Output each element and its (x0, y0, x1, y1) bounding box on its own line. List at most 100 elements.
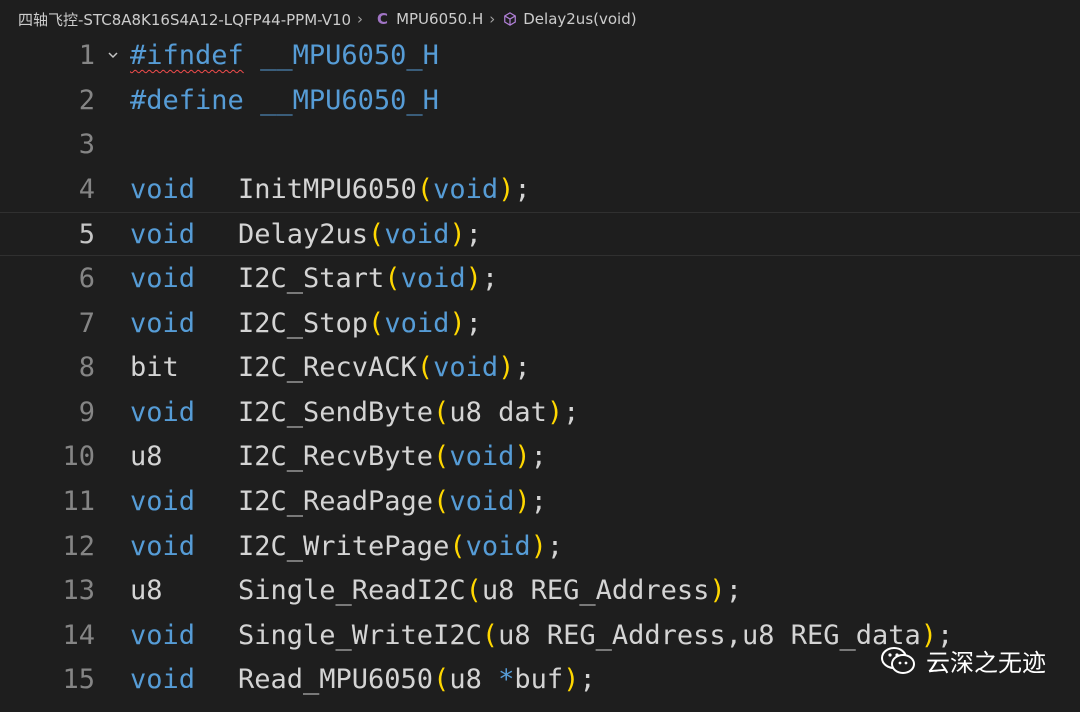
semicolon: ; (530, 441, 547, 473)
method-cube-icon (504, 12, 517, 26)
open-paren: ( (449, 530, 466, 562)
close-paren: ) (546, 396, 564, 428)
code-line[interactable]: 12 void I2C_WritePage(void); (0, 525, 1080, 569)
code-line[interactable]: 13 u8 Single_ReadI2C(u8 REG_Address); (0, 569, 1080, 613)
return-type: u8 (130, 441, 163, 473)
open-paren: ( (433, 486, 450, 517)
semicolon: ; (530, 486, 547, 517)
breadcrumb-symbol-label: Delay2us(void) (523, 10, 637, 28)
watermark-text: 云深之无迹 (926, 649, 1046, 677)
close-paren: ) (514, 486, 531, 517)
preprocessor-directive: #define (130, 84, 244, 116)
line-number: 4 (78, 173, 95, 205)
code-text: void Read_MPU6050(u8 *buf); (130, 658, 596, 702)
code-line[interactable]: 1 #ifndef __MPU6050_H (0, 34, 1080, 78)
line-number: 3 (78, 129, 95, 161)
line-number: 7 (78, 307, 95, 339)
open-paren: ( (433, 441, 450, 473)
code-text: #define __MPU6050_H (130, 79, 439, 123)
close-paren: ) (449, 307, 466, 339)
function-args: void (449, 486, 515, 517)
code-text: void InitMPU6050(void); (130, 168, 531, 212)
chevron-right-icon: › (357, 10, 364, 28)
function-args: u8 REG_Address (481, 575, 710, 607)
code-line[interactable]: 8 bit I2C_RecvACK(void); (0, 346, 1080, 390)
return-type: void (130, 263, 196, 294)
function-args: void (465, 530, 531, 562)
function-args: void (384, 219, 450, 251)
function-args: u8 REG_Address,u8 REG_data (498, 619, 921, 651)
function-args: void (449, 441, 515, 473)
code-text: bit I2C_RecvACK(void); (130, 346, 531, 390)
open-paren: ( (416, 352, 434, 384)
return-type: void (130, 396, 196, 428)
open-paren: ( (465, 575, 482, 607)
return-type: void (130, 219, 196, 251)
line-number: 14 (62, 619, 95, 651)
return-type: u8 (130, 575, 163, 607)
breadcrumb-file[interactable]: C MPU6050.H (371, 10, 483, 28)
c-file-icon: C (377, 10, 389, 28)
line-number: 10 (62, 441, 95, 473)
line-number: 13 (62, 575, 95, 607)
function-name: Single_ReadI2C (238, 575, 466, 607)
return-type: void (130, 486, 196, 517)
code-text: void I2C_WritePage(void); (130, 525, 563, 569)
code-text: void I2C_SendByte(u8 dat); (130, 391, 579, 435)
code-line[interactable]: 4 void InitMPU6050(void); (0, 168, 1080, 212)
semicolon: ; (465, 219, 482, 251)
line-number: 12 (62, 530, 95, 562)
line-number: 8 (78, 352, 95, 384)
close-paren: ) (498, 173, 515, 205)
semicolon: ; (546, 530, 564, 562)
code-text: u8 Single_ReadI2C(u8 REG_Address); (130, 569, 742, 613)
line-number: 9 (78, 396, 95, 428)
function-name: I2C_RecvByte (238, 441, 434, 473)
function-name: I2C_WritePage (238, 530, 450, 562)
function-name: I2C_RecvACK (238, 352, 417, 384)
open-paren: ( (416, 173, 434, 205)
code-line[interactable]: 2 #define __MPU6050_H (0, 79, 1080, 123)
code-line[interactable]: 5 void Delay2us(void); (0, 212, 1080, 257)
function-name: I2C_Start (238, 263, 385, 294)
function-name: InitMPU6050 (238, 173, 417, 205)
code-text: #ifndef __MPU6050_H (130, 34, 439, 78)
macro-name: __MPU6050_H (260, 84, 439, 116)
line-number: 5 (78, 219, 95, 251)
code-line[interactable]: 6 void I2C_Start(void); (0, 257, 1080, 301)
return-type: void (130, 619, 196, 651)
code-line[interactable]: 7 void I2C_Stop(void); (0, 302, 1080, 346)
code-editor[interactable]: 1 #ifndef __MPU6050_H 2 #define __MPU6050_H… (0, 36, 1080, 712)
wechat-icon (881, 646, 915, 674)
breadcrumb-symbol[interactable]: Delay2us(void) (503, 10, 637, 28)
open-paren: ( (384, 263, 401, 294)
return-type: void (130, 307, 196, 339)
semicolon: ; (725, 575, 742, 607)
function-args: void (400, 263, 466, 294)
open-paren: ( (433, 664, 450, 696)
return-type: void (130, 664, 196, 696)
preprocessor-directive: #ifndef (130, 40, 244, 71)
function-name: Single_WriteI2C (238, 619, 482, 651)
line-number: 6 (78, 263, 95, 294)
macro-name: __MPU6050_H (260, 40, 439, 71)
fold-chevron-down-icon[interactable] (106, 34, 120, 78)
function-name: I2C_ReadPage (238, 486, 434, 517)
function-args: u8 dat (449, 396, 547, 428)
watermark: 云深之无迹 (880, 643, 1046, 678)
breadcrumb-project[interactable]: 四轴飞控-STC8A8K16S4A12-LQFP44-PPM-V10 (18, 9, 351, 30)
close-paren: ) (709, 575, 726, 607)
function-name: I2C_Stop (238, 307, 369, 339)
code-line[interactable]: 9 void I2C_SendByte(u8 dat); (0, 391, 1080, 435)
function-args: void (433, 173, 499, 205)
line-number: 1 (78, 40, 95, 71)
code-line[interactable]: 11 void I2C_ReadPage(void); (0, 480, 1080, 524)
function-name: Read_MPU6050 (238, 664, 434, 696)
close-paren: ) (514, 441, 531, 473)
open-paren: ( (433, 396, 450, 428)
code-line[interactable]: 3 (0, 123, 1080, 167)
close-paren: ) (449, 219, 466, 251)
function-args: void (384, 307, 450, 339)
code-line[interactable]: 10 u8 I2C_RecvByte(void); (0, 435, 1080, 479)
close-paren: ) (465, 263, 482, 294)
